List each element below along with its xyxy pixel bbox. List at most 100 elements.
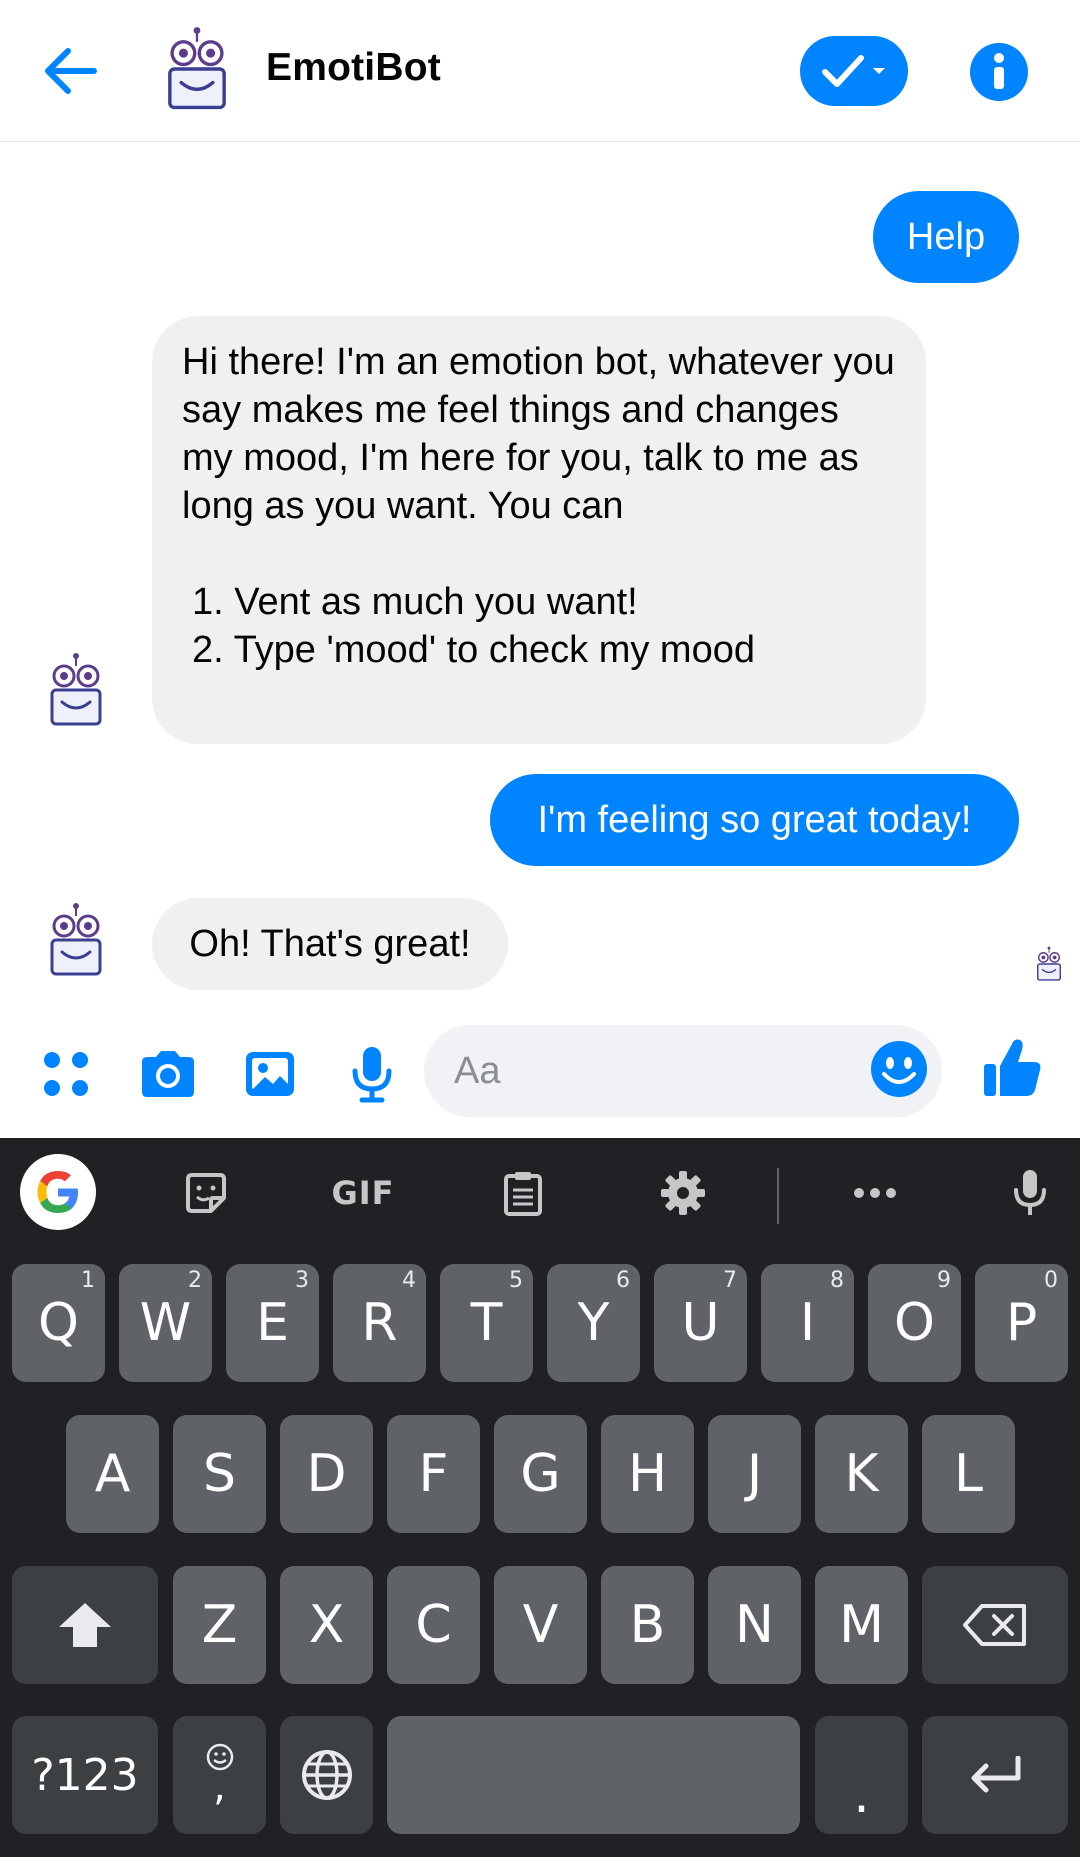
key-hint: 0 — [1044, 1268, 1058, 1293]
key-d[interactable]: D — [280, 1415, 373, 1533]
enter-key[interactable] — [922, 1716, 1068, 1834]
like-button[interactable] — [980, 1036, 1052, 1108]
key-label: V — [522, 1595, 559, 1655]
voice-typing-button[interactable] — [1008, 1158, 1052, 1228]
key-u[interactable]: 7U — [654, 1264, 747, 1382]
key-label: Z — [201, 1595, 238, 1655]
key-label: K — [844, 1444, 879, 1504]
info-button[interactable] — [970, 43, 1028, 101]
key-i[interactable]: 8I — [761, 1264, 854, 1382]
robot-icon — [50, 653, 102, 726]
key-x[interactable]: X — [280, 1566, 373, 1684]
message-bubble-outgoing[interactable]: I'm feeling so great today! — [490, 774, 1019, 866]
key-m[interactable]: M — [815, 1566, 908, 1684]
key-l[interactable]: L — [922, 1415, 1015, 1533]
key-hint: 7 — [723, 1268, 737, 1293]
robot-icon — [50, 903, 102, 976]
key-label: B — [629, 1595, 666, 1655]
settings-button[interactable] — [656, 1158, 710, 1228]
camera-icon — [142, 1051, 194, 1097]
key-y[interactable]: 6Y — [547, 1264, 640, 1382]
message-bubble-incoming[interactable]: Hi there! I'm an emotion bot, whatever y… — [152, 316, 926, 744]
status-dropdown-button[interactable] — [800, 36, 908, 106]
key-v[interactable]: V — [494, 1566, 587, 1684]
key-q[interactable]: 1Q — [12, 1264, 105, 1382]
key-a[interactable]: A — [66, 1415, 159, 1533]
key-label: . — [853, 1765, 870, 1825]
key-n[interactable]: N — [708, 1566, 801, 1684]
chat-header: EmotiBot — [0, 0, 1080, 142]
bot-avatar[interactable] — [44, 652, 108, 728]
chat-title[interactable]: EmotiBot — [266, 46, 441, 90]
shift-arrow-icon — [59, 1603, 111, 1647]
key-w[interactable]: 2W — [119, 1264, 212, 1382]
key-t[interactable]: 5T — [440, 1264, 533, 1382]
gallery-button[interactable] — [236, 1040, 304, 1108]
gear-icon — [661, 1171, 705, 1215]
key-label: M — [839, 1595, 884, 1655]
backspace-icon — [963, 1604, 1026, 1646]
key-label: C — [415, 1595, 452, 1655]
key-s[interactable]: S — [173, 1415, 266, 1533]
back-button[interactable] — [30, 36, 110, 106]
message-list[interactable]: Help Hi there! I'm an emotion bot, whate… — [0, 142, 1080, 1010]
key-label: H — [627, 1444, 668, 1504]
key-r[interactable]: 4R — [333, 1264, 426, 1382]
key-g[interactable]: G — [494, 1415, 587, 1533]
key-label: A — [94, 1444, 131, 1504]
sticker-button[interactable] — [176, 1158, 236, 1228]
thumbs-up-icon — [984, 1039, 1041, 1096]
key-label: S — [202, 1444, 236, 1504]
bot-avatar[interactable] — [154, 26, 240, 112]
key-label: G — [520, 1444, 561, 1504]
key-k[interactable]: K — [815, 1415, 908, 1533]
chevron-down-icon — [873, 68, 885, 74]
shift-key[interactable] — [12, 1566, 158, 1684]
clipboard-button[interactable] — [498, 1158, 548, 1228]
key-h[interactable]: H — [601, 1415, 694, 1533]
gif-button[interactable]: GIF — [326, 1158, 400, 1228]
camera-button[interactable] — [134, 1040, 202, 1108]
message-bubble-incoming[interactable]: Oh! That's great! — [152, 898, 508, 990]
key-b[interactable]: B — [601, 1566, 694, 1684]
key-c[interactable]: C — [387, 1566, 480, 1684]
message-list-items: 1. Vent as much you want! 2. Type 'mood'… — [182, 578, 896, 674]
key-label: O — [894, 1293, 935, 1353]
emoji-button[interactable] — [868, 1038, 930, 1100]
key-hint: 1 — [81, 1268, 95, 1293]
language-key[interactable] — [280, 1716, 373, 1834]
google-button[interactable] — [20, 1154, 96, 1230]
robot-icon — [1037, 946, 1061, 981]
key-hint: 8 — [830, 1268, 844, 1293]
bot-avatar[interactable] — [44, 902, 108, 978]
message-input[interactable] — [424, 1025, 942, 1117]
key-j[interactable]: J — [708, 1415, 801, 1533]
space-key[interactable] — [387, 1716, 800, 1834]
apps-button[interactable] — [32, 1040, 100, 1108]
more-button[interactable] — [850, 1158, 900, 1228]
message-text: Oh! That's great! — [189, 923, 471, 965]
period-key[interactable]: . — [815, 1716, 908, 1834]
voice-button[interactable] — [338, 1040, 406, 1108]
key-hint: 6 — [616, 1268, 630, 1293]
info-icon — [994, 53, 1004, 89]
more-horizontal-icon — [854, 1188, 896, 1198]
comma-key[interactable]: , — [173, 1716, 266, 1834]
message-text: Hi there! I'm an emotion bot, whatever y… — [182, 341, 895, 527]
microphone-icon — [1014, 1170, 1046, 1215]
key-f[interactable]: F — [387, 1415, 480, 1533]
key-label: X — [308, 1595, 345, 1655]
keyboard-toolbar: GIF — [0, 1138, 1080, 1250]
key-p[interactable]: 0P — [975, 1264, 1068, 1382]
key-o[interactable]: 9O — [868, 1264, 961, 1382]
toolbar-divider — [777, 1168, 779, 1224]
key-label: D — [306, 1444, 347, 1504]
key-e[interactable]: 3E — [226, 1264, 319, 1382]
key-z[interactable]: Z — [173, 1566, 266, 1684]
apps-icon — [44, 1052, 88, 1096]
message-bubble-outgoing[interactable]: Help — [873, 191, 1019, 283]
key-label: L — [954, 1444, 983, 1504]
symbols-key[interactable]: ?123 — [12, 1716, 158, 1834]
backspace-key[interactable] — [922, 1566, 1068, 1684]
globe-icon — [301, 1750, 352, 1800]
